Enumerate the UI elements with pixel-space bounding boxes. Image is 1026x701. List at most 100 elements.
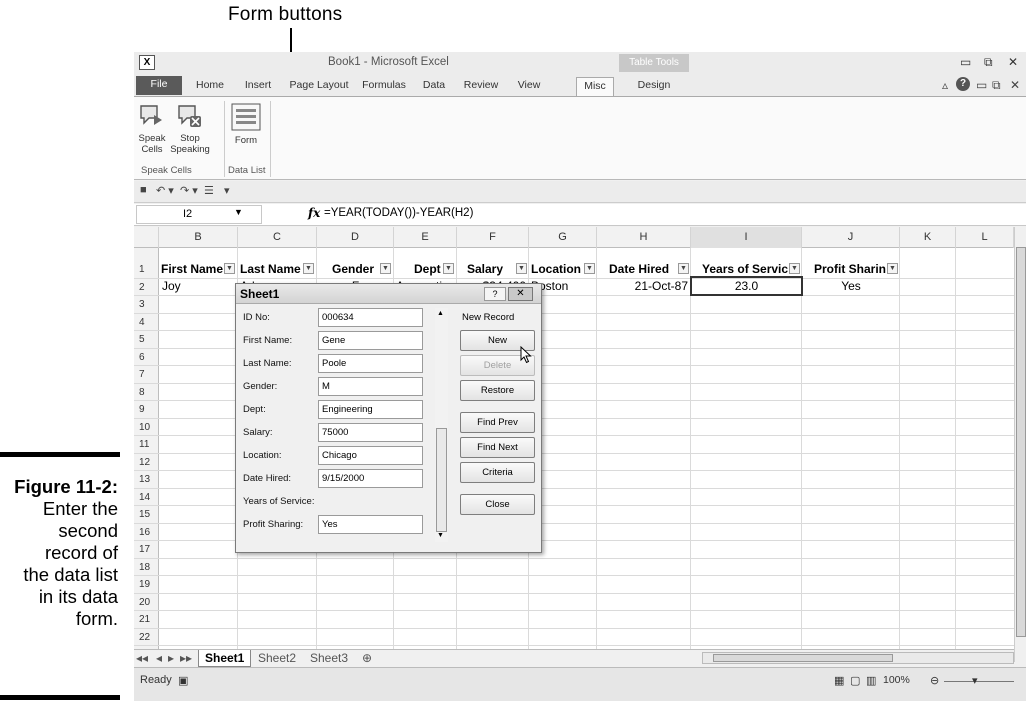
macro-record-icon[interactable]: ▣	[178, 674, 188, 687]
record-scrollbar[interactable]: ▲ ▼	[435, 308, 448, 542]
filter-dropdown-icon[interactable]: ▼	[789, 263, 800, 274]
active-cell-i2[interactable]	[690, 276, 803, 296]
row-header[interactable]: 18	[134, 558, 159, 576]
normal-view-icon[interactable]: ▦	[834, 674, 844, 687]
find-prev-button[interactable]: Find Prev	[460, 412, 535, 433]
zoom-slider-thumb[interactable]: ▾	[972, 674, 978, 687]
filter-dropdown-icon[interactable]: ▼	[516, 263, 527, 274]
first-sheet-nav-icon[interactable]: ◂◂	[134, 650, 150, 667]
row-header[interactable]: 9	[134, 401, 159, 419]
customize-qat-icon[interactable]: ▾	[224, 184, 230, 197]
row-header[interactable]: 16	[134, 523, 159, 541]
filter-dropdown-icon[interactable]: ▼	[303, 263, 314, 274]
scroll-up-icon[interactable]: ▲	[437, 310, 444, 317]
column-header-k[interactable]: K	[900, 227, 956, 248]
scroll-down-icon[interactable]: ▼	[437, 532, 444, 539]
column-header-h[interactable]: H	[597, 227, 691, 248]
tab-sheet2[interactable]: Sheet2	[252, 650, 302, 667]
minimize-icon[interactable]: ▭	[960, 55, 971, 69]
field-input-location[interactable]: Chicago	[318, 446, 423, 465]
column-header-d[interactable]: D	[317, 227, 394, 248]
column-header-e[interactable]: E	[394, 227, 457, 248]
header-location[interactable]: Location	[531, 261, 581, 278]
row-header[interactable]: 14	[134, 488, 159, 506]
speak-cells-button[interactable]: Speak Cells	[136, 103, 168, 155]
next-sheet-nav-icon[interactable]: ▸	[166, 650, 176, 667]
filter-dropdown-icon[interactable]: ▼	[584, 263, 595, 274]
row-header[interactable]: 7	[134, 366, 159, 384]
cell-j2[interactable]: Yes	[802, 278, 900, 295]
column-header-b[interactable]: B	[159, 227, 238, 248]
restore-workbook-icon[interactable]: ⧉	[992, 78, 1001, 93]
header-first-name[interactable]: First Name	[161, 261, 223, 278]
row-header[interactable]: 3	[134, 296, 159, 314]
form-button[interactable]: Form	[228, 103, 264, 146]
header-gender[interactable]: Gender	[332, 261, 374, 278]
field-input-first-name[interactable]: Gene	[318, 331, 423, 350]
column-header-g[interactable]: G	[529, 227, 597, 248]
save-icon[interactable]: ■	[140, 184, 147, 196]
row-header[interactable]: 15	[134, 506, 159, 524]
excel-app-icon[interactable]: X	[139, 55, 155, 70]
tab-design[interactable]: Design	[624, 77, 684, 96]
insert-sheet-icon[interactable]: ⊕	[356, 650, 378, 667]
name-box-dropdown-icon[interactable]: ▼	[234, 207, 243, 217]
field-input-date-hired[interactable]: 9/15/2000	[318, 469, 423, 488]
row-header[interactable]: 13	[134, 471, 159, 489]
column-header-j[interactable]: J	[802, 227, 900, 248]
row-header[interactable]: 11	[134, 436, 159, 454]
zoom-level[interactable]: 100%	[883, 674, 910, 686]
name-box[interactable]: I2	[136, 205, 262, 224]
undo-icon[interactable]: ↶ ▾	[156, 184, 174, 197]
row-header[interactable]: 6	[134, 348, 159, 366]
record-scroll-thumb[interactable]	[436, 428, 447, 532]
dialog-close-icon[interactable]: ✕	[508, 287, 533, 301]
dialog-help-button[interactable]: ?	[484, 287, 506, 301]
filter-dropdown-icon[interactable]: ▼	[678, 263, 689, 274]
redo-icon[interactable]: ↷ ▾	[180, 184, 198, 197]
row-header[interactable]: 17	[134, 541, 159, 559]
filter-dropdown-icon[interactable]: ▼	[380, 263, 391, 274]
tab-sheet1[interactable]: Sheet1	[198, 650, 252, 667]
last-sheet-nav-icon[interactable]: ▸▸	[178, 650, 194, 667]
row-header[interactable]: 2	[134, 278, 159, 296]
header-dept[interactable]: Dept	[414, 261, 441, 278]
header-date-hired[interactable]: Date Hired	[609, 261, 669, 278]
filter-dropdown-icon[interactable]: ▼	[443, 263, 454, 274]
zoom-slider[interactable]	[944, 681, 1014, 682]
tab-insert[interactable]: Insert	[236, 77, 280, 96]
select-all-corner[interactable]	[134, 227, 159, 248]
field-input-gender[interactable]: M	[318, 377, 423, 396]
filter-dropdown-icon[interactable]: ▼	[887, 263, 898, 274]
vertical-scrollbar[interactable]	[1014, 227, 1026, 662]
page-break-view-icon[interactable]: ▥	[866, 674, 876, 687]
help-icon[interactable]: ?	[956, 77, 970, 91]
row-header[interactable]: 1	[134, 261, 159, 279]
page-layout-view-icon[interactable]: ▢	[850, 674, 860, 687]
restore-button[interactable]: Restore	[460, 380, 535, 401]
tab-view[interactable]: View	[508, 77, 550, 96]
row-header[interactable]: 8	[134, 383, 159, 401]
row-header[interactable]: 22	[134, 628, 159, 646]
tab-sheet3[interactable]: Sheet3	[304, 650, 354, 667]
formula-input[interactable]: =YEAR(TODAY())-YEAR(H2)	[324, 207, 473, 219]
minimize-workbook-icon[interactable]: ▭	[976, 78, 987, 92]
minimize-ribbon-icon[interactable]: ▵	[942, 78, 948, 92]
horizontal-scroll-thumb[interactable]	[713, 654, 893, 662]
form-qat-icon[interactable]: ☰	[204, 184, 214, 197]
close-button[interactable]: Close	[460, 494, 535, 515]
criteria-button[interactable]: Criteria	[460, 462, 535, 483]
tab-misc[interactable]: Misc	[576, 77, 614, 96]
field-input-dept[interactable]: Engineering	[318, 400, 423, 419]
cell-h2[interactable]: 21-Oct-87	[597, 278, 688, 295]
row-header[interactable]: 20	[134, 593, 159, 611]
row-header[interactable]: 5	[134, 331, 159, 349]
column-header-i[interactable]: I	[691, 227, 802, 248]
insert-function-icon[interactable]: fx	[308, 206, 320, 220]
horizontal-scrollbar[interactable]	[702, 652, 1014, 664]
close-workbook-icon[interactable]: ✕	[1010, 78, 1020, 92]
row-header[interactable]: 19	[134, 576, 159, 594]
maximize-icon[interactable]: ⧉	[984, 55, 993, 70]
field-input-profit-sharing[interactable]: Yes	[318, 515, 423, 534]
tab-data[interactable]: Data	[414, 77, 454, 96]
